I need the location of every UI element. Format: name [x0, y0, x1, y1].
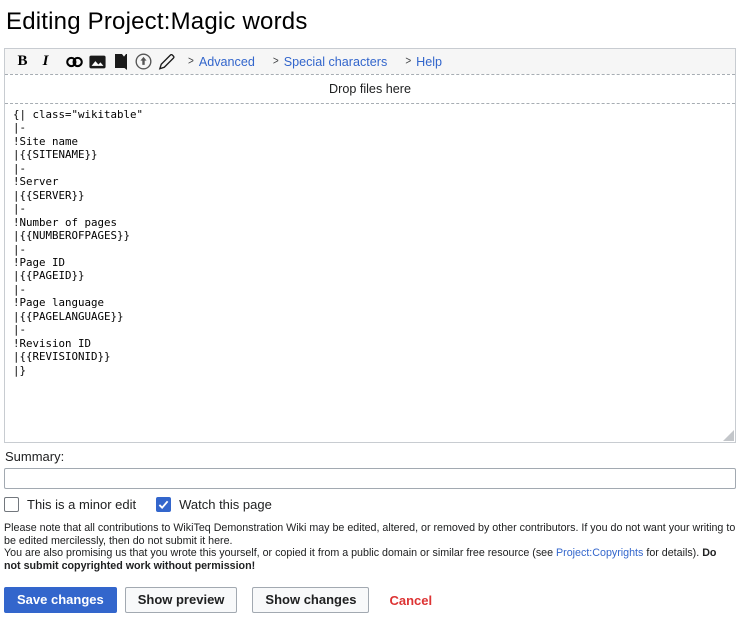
toolbar-section-label: Help	[416, 54, 443, 69]
toolbar-section-label: Special characters	[283, 54, 388, 69]
watch-page-label: Watch this page	[179, 497, 272, 512]
signature-button[interactable]	[155, 50, 178, 73]
copyright-text: for details).	[643, 547, 703, 560]
edit-options-row: This is a minor edit Watch this page	[4, 497, 736, 512]
image-button[interactable]	[86, 50, 109, 73]
summary-label: Summary:	[5, 449, 65, 464]
wikitext-editor-wrap: {| class="wikitable" |- !Site name |{{SI…	[5, 104, 735, 442]
minor-edit-label: This is a minor edit	[27, 497, 137, 512]
copyright-notice: Please note that all contributions to Wi…	[4, 522, 736, 572]
watch-page-checkbox[interactable]	[156, 497, 172, 512]
project-copyrights-link[interactable]: Project:Copyrights	[556, 547, 643, 559]
toolbar-section-label: Advanced	[198, 54, 255, 69]
edit-page: Editing Project:Magic words B I > Advanc…	[0, 7, 740, 614]
upload-circle-icon	[135, 53, 152, 70]
summary-input[interactable]	[4, 468, 736, 489]
chevron-right-icon: >	[188, 55, 194, 68]
chevron-right-icon: >	[272, 55, 279, 68]
upload-button[interactable]	[132, 50, 155, 73]
edit-actions-row: Save changes Show preview Show changes C…	[4, 587, 736, 614]
bold-button[interactable]: B	[11, 50, 34, 73]
link-button[interactable]	[63, 50, 86, 73]
wikitext-editor[interactable]: {| class="wikitable" |- !Site name |{{SI…	[5, 104, 735, 442]
show-preview-button[interactable]: Show preview	[124, 587, 238, 614]
chevron-right-icon: >	[405, 55, 412, 68]
page-title: Editing Project:Magic words	[6, 8, 308, 35]
copyright-paragraph-2: You are also promising us that you wrote…	[4, 547, 736, 572]
minor-edit-option[interactable]: This is a minor edit	[4, 497, 136, 512]
toolbar-section-special-characters[interactable]: > Special characters	[273, 55, 387, 69]
toolbar-section-help[interactable]: > Help	[405, 55, 442, 69]
show-changes-button[interactable]: Show changes	[252, 587, 370, 614]
signature-pencil-icon	[158, 53, 175, 70]
toolbar-sections: > Advanced > Special characters > Help	[188, 55, 460, 69]
edit-toolbar: B I > Advanced > Special characters > He…	[5, 49, 735, 74]
drop-files-zone[interactable]: Drop files here	[5, 74, 735, 104]
toolbar-section-advanced[interactable]: > Advanced	[188, 55, 255, 69]
save-changes-button[interactable]: Save changes	[4, 587, 117, 614]
italic-button[interactable]: I	[34, 50, 57, 73]
reference-book-icon	[114, 53, 128, 70]
watch-page-option[interactable]: Watch this page	[156, 497, 272, 512]
check-icon	[158, 500, 169, 510]
resize-handle-icon[interactable]	[723, 430, 734, 441]
minor-edit-checkbox[interactable]	[4, 497, 19, 512]
image-icon	[89, 55, 106, 69]
copyright-paragraph-1: Please note that all contributions to Wi…	[4, 522, 736, 547]
drop-files-label: Drop files here	[329, 82, 411, 96]
cancel-link[interactable]: Cancel	[389, 593, 432, 608]
reference-button[interactable]	[109, 50, 132, 73]
copyright-text: You are also promising us that you wrote…	[4, 547, 557, 560]
editor-box: B I > Advanced > Special characters > He…	[4, 48, 736, 443]
link-icon	[65, 55, 84, 69]
